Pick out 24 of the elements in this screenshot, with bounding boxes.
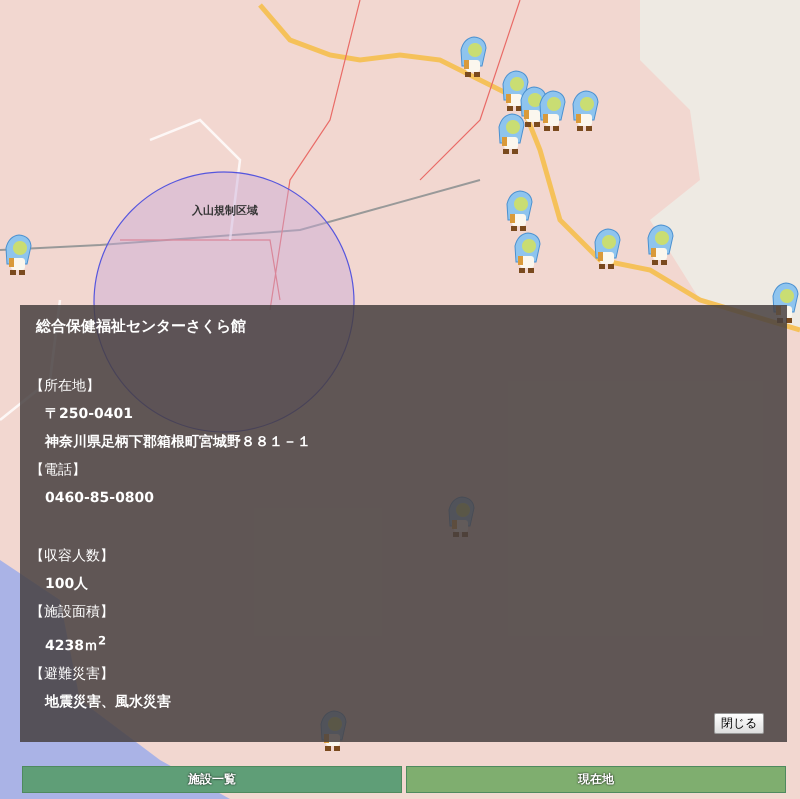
hooded-figure-icon[interactable] (458, 36, 488, 80)
field-label: 【避難災害】 (30, 664, 115, 684)
zone-label: 入山規制区域 (192, 203, 258, 218)
hooded-figure-icon[interactable] (512, 232, 542, 276)
field-label: 【所在地】 (30, 377, 101, 396)
field-value: 0460-85-0800 (44, 489, 156, 508)
hooded-figure-icon[interactable] (504, 190, 534, 234)
field-value: 〒250-0401 (44, 405, 134, 424)
hooded-figure-icon[interactable] (496, 113, 526, 157)
field-label: 【施設面積】 (30, 603, 115, 622)
hooded-figure-icon[interactable] (537, 90, 567, 134)
map-view[interactable]: 入山規制区域 総合保健福祉センターさくら館 【所在地】 〒250-0401 神奈川県足柄下郡箱根町宮城野８８１－１ 【電話】 0460-85-0800 【収容人数】 100人 【施設面積】 4238ｍ$^{2}$ 【避難災害】 地震災害、風水災害 閉じる 施設一覧 現在地 (0, 0, 800, 799)
facility-name: 総合保健福祉センターさくら館 (36, 317, 247, 336)
field-value: 4238ｍ$^{2}$ (44, 632, 108, 656)
hooded-figure-icon[interactable] (570, 90, 600, 134)
hooded-figure-icon[interactable] (592, 228, 622, 272)
field-value: 神奈川県足柄下郡箱根町宮城野８８１－１ (44, 432, 312, 452)
field-label: 【収容人数】 (30, 547, 115, 566)
field-value: 地震災害、風水災害 (44, 692, 172, 712)
field-label: 【電話】 (30, 461, 87, 480)
field-value: 100人 (44, 575, 90, 594)
hooded-figure-icon[interactable] (3, 234, 33, 278)
close-button[interactable]: 閉じる (714, 713, 764, 734)
hooded-figure-icon[interactable] (645, 224, 675, 268)
